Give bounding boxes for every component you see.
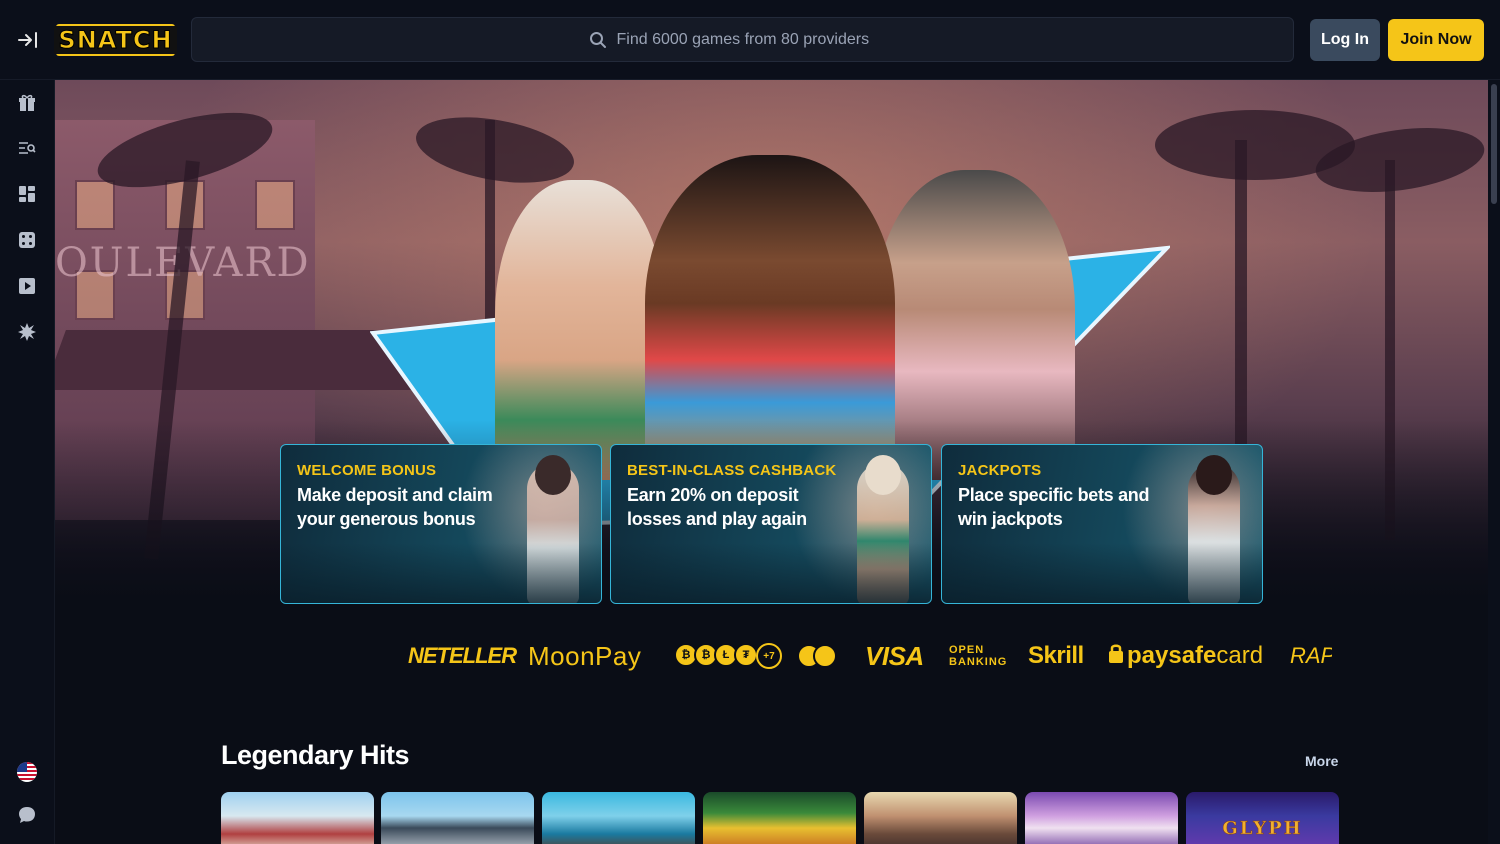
grid-icon[interactable] xyxy=(16,183,38,205)
promo-figure-head xyxy=(535,455,571,495)
lock-icon xyxy=(1109,642,1123,670)
crypto-more-badge: +7 xyxy=(756,643,782,669)
chat-icon[interactable] xyxy=(16,804,38,826)
skrill-logo: Skrill xyxy=(1028,642,1084,669)
game-tile-3[interactable] xyxy=(542,792,695,844)
paysafe-text: paysafe xyxy=(1127,642,1217,669)
promo-figure-head xyxy=(1196,455,1232,495)
us-flag-icon[interactable] xyxy=(16,761,38,783)
promo-eyebrow: JACKPOTS xyxy=(958,462,1042,479)
more-link[interactable]: More xyxy=(1305,753,1338,769)
promo-figure-head xyxy=(865,455,901,495)
promo-eyebrow: BEST-IN-CLASS CASHBACK xyxy=(627,462,837,479)
promo-card-welcome-bonus[interactable]: WELCOME BONUS Make deposit and claim you… xyxy=(280,444,602,604)
game-tile-6[interactable] xyxy=(1025,792,1178,844)
expand-sidebar-icon[interactable] xyxy=(14,26,42,54)
scrollbar-thumb[interactable] xyxy=(1491,84,1497,204)
neteller-logo: NETELLER xyxy=(408,643,517,668)
visa-logo: VISA xyxy=(865,640,924,671)
join-now-button[interactable]: Join Now xyxy=(1388,19,1484,61)
promo-card-jackpots[interactable]: JACKPOTS Place specific bets and win jac… xyxy=(941,444,1263,604)
moonpay-logo: MoonPay xyxy=(528,640,642,671)
game-tile-2[interactable] xyxy=(381,792,534,844)
promo-eyebrow: WELCOME BONUS xyxy=(297,462,437,479)
crypto-coins-logo: ₿ ₿ Ł ₮ +7 xyxy=(674,636,782,676)
game-tile-5[interactable] xyxy=(864,792,1017,844)
game-tile-4[interactable] xyxy=(703,792,856,844)
search-icon xyxy=(589,31,607,49)
crypto-coin-icon: ₮ xyxy=(734,643,758,667)
promo-shade xyxy=(281,543,601,603)
promo-text: Make deposit and claim your generous bon… xyxy=(297,485,493,529)
open-banking-logo: OPEN BANKING xyxy=(949,636,1007,676)
card-text: card xyxy=(1216,642,1264,669)
promo-shade xyxy=(942,543,1262,603)
game-tile-1[interactable] xyxy=(221,792,374,844)
logo-text: SNATCH xyxy=(54,26,177,55)
gift-icon[interactable] xyxy=(16,92,38,114)
palm-leaves xyxy=(411,106,579,194)
top-bar: SNATCH Log In Join Now xyxy=(0,0,1500,80)
mastercard-logo xyxy=(797,636,837,676)
snatch-logo[interactable]: SNATCH xyxy=(54,24,177,56)
paysafecard-logo: paysafe card xyxy=(1109,636,1263,676)
rapid-logo: RAPI xyxy=(1290,643,1332,668)
dice-icon[interactable] xyxy=(16,229,38,251)
page-scrollbar[interactable] xyxy=(1488,80,1500,844)
play-icon[interactable] xyxy=(16,275,38,297)
section-title: Legendary Hits xyxy=(221,740,410,770)
open-banking-line-1: OPEN xyxy=(949,644,985,656)
promo-text: Place specific bets and win jackpots xyxy=(958,485,1150,529)
search-list-icon[interactable] xyxy=(16,137,38,159)
search-bar[interactable] xyxy=(191,17,1294,62)
search-input[interactable] xyxy=(616,30,897,49)
promo-text: Earn 20% on deposit losses and play agai… xyxy=(627,485,807,529)
game-tile-7[interactable]: GLYPH xyxy=(1186,792,1339,844)
promo-card-cashback[interactable]: BEST-IN-CLASS CASHBACK Earn 20% on depos… xyxy=(610,444,932,604)
burst-icon[interactable] xyxy=(16,321,38,343)
promo-shade xyxy=(611,543,931,603)
login-button[interactable]: Log In xyxy=(1310,19,1380,61)
open-banking-line-2: BANKING xyxy=(949,656,1008,668)
sidebar xyxy=(0,80,55,844)
payment-methods-strip: NETELLER MoonPay ₿ ₿ Ł ₮ +7 VISA OPEN BA… xyxy=(406,636,1332,676)
game-title: GLYPH xyxy=(1222,818,1303,840)
